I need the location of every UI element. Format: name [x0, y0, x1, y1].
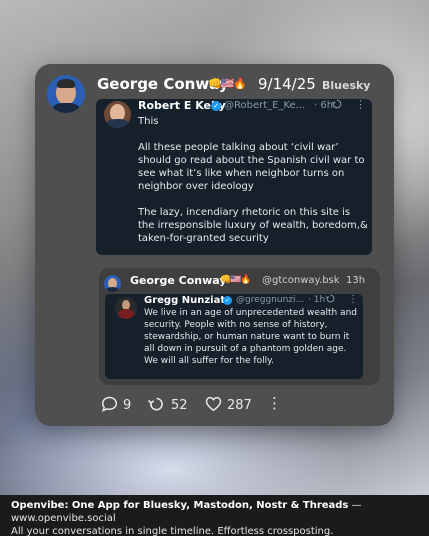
post-card[interactable]: George Conway 👊🇺🇸🔥 9/14/25 Bluesky Rober… [35, 64, 394, 426]
nested-quoted-name[interactable]: Gregg Nunziata [144, 295, 232, 306]
nested-author-emoji: 👊🇺🇸🔥 [220, 275, 252, 285]
more-icon[interactable]: ⋮ [355, 98, 366, 111]
nested-quoted-tweet[interactable]: Gregg Nunziata ✓ @greggnunzi... · 1h ⋮ W… [105, 294, 363, 379]
quoted-author-handle: @Robert_E_Ke... [224, 100, 306, 111]
quoted-tweet[interactable]: Robert E Kelly ✓ @Robert_E_Ke... · 6h ⋮ … [96, 98, 372, 255]
nested-author-name[interactable]: George Conway [130, 274, 227, 287]
reply-icon [101, 396, 118, 412]
nested-quoted-text: We live in an age of unprecedented wealt… [144, 308, 357, 366]
repost-icon [325, 294, 335, 306]
footer-banner: Openvibe: One App for Bluesky, Mastodon,… [0, 495, 429, 536]
footer-tagline: All your conversations in single timelin… [11, 526, 334, 536]
action-bar: 9 52 287 ⋮ [35, 394, 394, 416]
post-date: 9/14/25 [258, 75, 316, 93]
nested-quoted-handle: @greggnunzi... [236, 295, 305, 305]
reply-button[interactable]: 9 [101, 396, 131, 413]
footer-headline: Openvibe: One App for Bluesky, Mastodon,… [11, 500, 349, 511]
quoted-time: · 6h [314, 100, 334, 111]
verified-badge-icon: ✓ [211, 101, 221, 111]
more-icon[interactable]: ⋮ [267, 394, 282, 412]
nested-author-avatar[interactable] [104, 275, 121, 292]
verified-badge-icon: ✓ [223, 296, 232, 305]
repost-icon [331, 99, 342, 112]
repost-button[interactable]: 52 [147, 396, 188, 413]
network-label: Bluesky [322, 79, 371, 92]
nested-quoted-time: · 1h [308, 295, 326, 305]
like-button[interactable]: 287 [205, 396, 252, 413]
nested-time: 13h [346, 275, 366, 286]
nested-author-handle: @gtconway.bsk [262, 275, 340, 286]
repost-icon [147, 397, 163, 411]
author-emoji: 👊🇺🇸🔥 [208, 77, 247, 90]
reply-count: 9 [123, 398, 132, 413]
quoted-author-avatar[interactable] [104, 101, 131, 128]
repost-count: 52 [171, 398, 188, 413]
quoted-text: This All these people talking about ‘civ… [138, 116, 368, 244]
nested-quoted-avatar[interactable] [115, 297, 137, 319]
nested-post[interactable]: George Conway 👊🇺🇸🔥 @gtconway.bsk 13h Gre… [99, 268, 380, 385]
like-count: 287 [227, 398, 252, 413]
heart-icon [205, 396, 222, 412]
author-avatar[interactable] [47, 75, 85, 113]
more-icon[interactable]: ⋮ [348, 294, 358, 305]
